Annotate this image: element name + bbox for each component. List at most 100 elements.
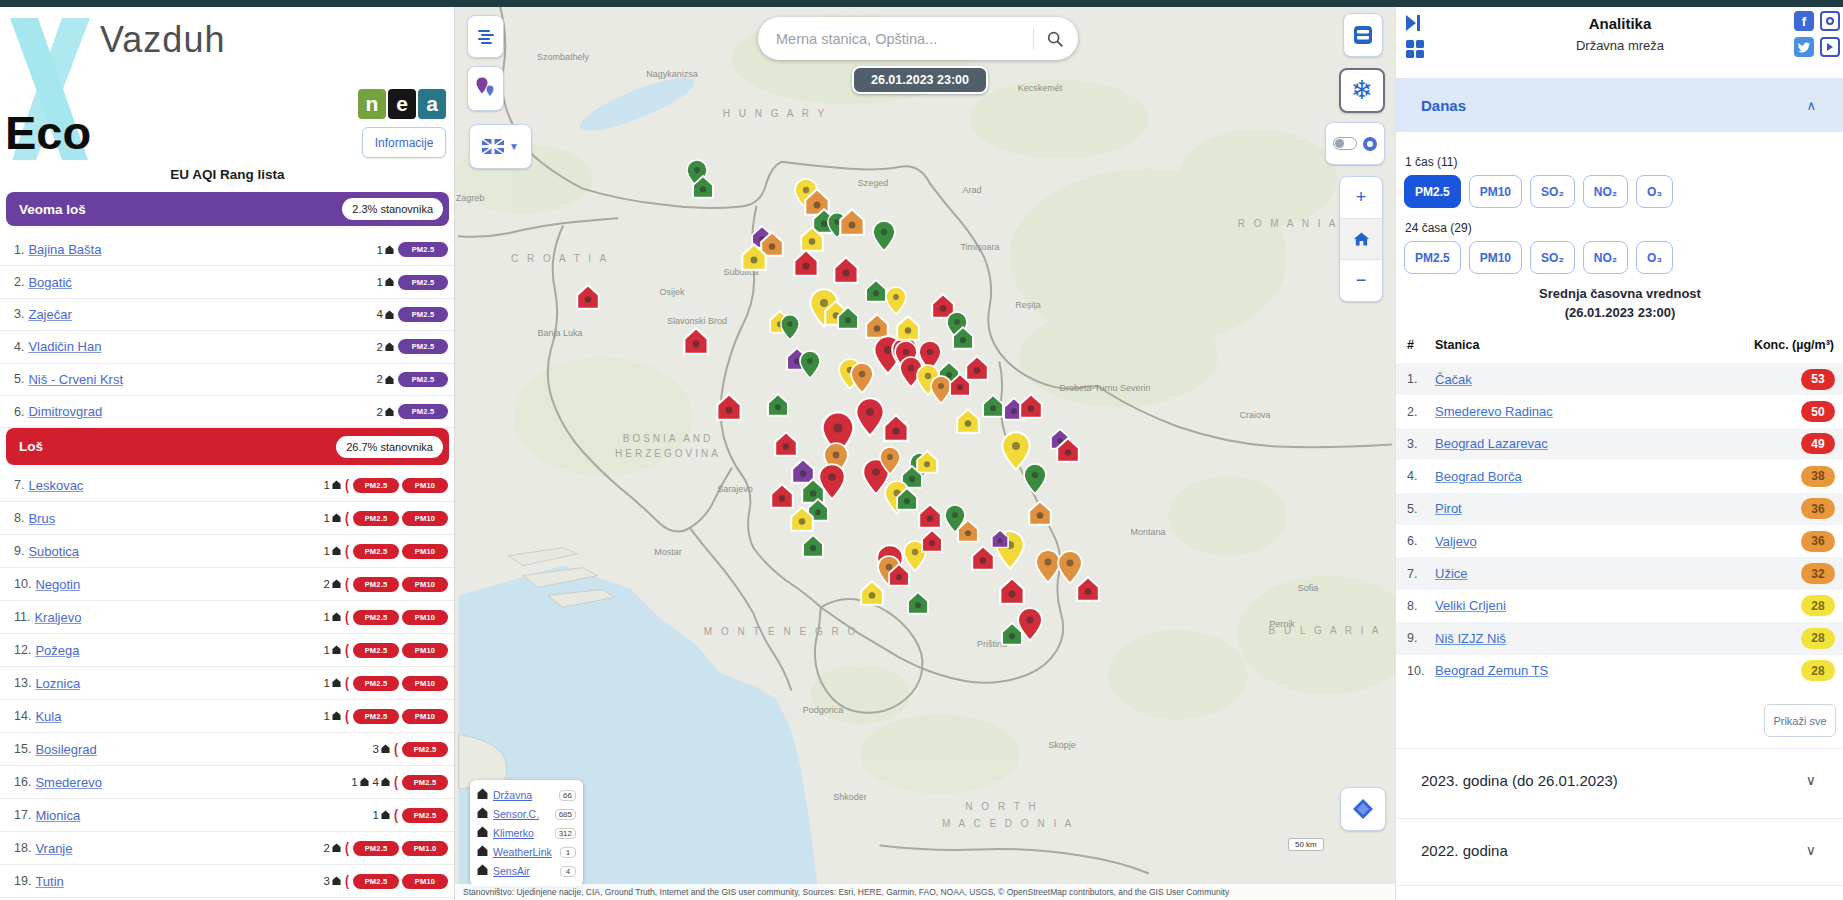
pollutant-filter-pm25[interactable]: PM2.5	[1404, 175, 1461, 208]
station-link[interactable]: Beograd Borča	[1435, 469, 1801, 484]
station-link[interactable]: Beograd Zemun TS	[1435, 663, 1801, 678]
station-link[interactable]: Beograd Lazarevac	[1435, 436, 1801, 451]
network-link[interactable]: WeatherLink	[493, 846, 560, 858]
station-marker[interactable]	[982, 394, 1004, 422]
pollutant-filter-no[interactable]: NO₂	[1583, 175, 1628, 208]
search-icon[interactable]	[1046, 30, 1064, 48]
station-row[interactable]: 9.Subotica1(PM2.5PM10	[0, 535, 455, 568]
station-link[interactable]: Veliki Crljeni	[1435, 598, 1801, 613]
station-link[interactable]: Niš - Crveni Krst	[28, 372, 123, 387]
station-row[interactable]: 3.Zaječar4PM2.5	[0, 299, 455, 331]
facebook-icon[interactable]: f	[1794, 11, 1814, 31]
station-link[interactable]: Kraljevo	[34, 610, 81, 625]
station-row[interactable]: 7.Leskovac1(PM2.5PM10	[0, 469, 455, 502]
station-marker[interactable]	[774, 431, 798, 461]
air-quality-map[interactable]: H U N G A R YR O M A N I AB U L G A R I …	[455, 7, 1395, 900]
station-link[interactable]: Bosilegrad	[35, 742, 96, 757]
station-link[interactable]: Čačak	[1435, 372, 1801, 387]
section-danas[interactable]: Danas ∧	[1396, 78, 1843, 132]
network-link[interactable]: SensAir	[493, 865, 560, 877]
pollutant-filter-pm25[interactable]: PM2.5	[1404, 241, 1461, 274]
category-bar-veoma-los[interactable]: Veoma loš 2.3% stanovnika	[6, 192, 449, 226]
station-row[interactable]: 16.Smederevo14(PM2.5	[0, 766, 455, 799]
station-row[interactable]: 4.Vladičin Han2PM2.5	[0, 331, 455, 363]
pollutant-filter-no[interactable]: NO₂	[1583, 241, 1628, 274]
station-row[interactable]: 6.Dimitrovgrad2PM2.5	[0, 396, 455, 428]
map-table-view-button[interactable]	[1343, 13, 1383, 57]
station-marker[interactable]	[999, 577, 1025, 609]
station-marker[interactable]	[860, 580, 884, 610]
station-marker[interactable]	[833, 256, 859, 288]
station-marker[interactable]	[1076, 576, 1100, 606]
station-marker[interactable]	[799, 350, 821, 383]
instagram-icon[interactable]	[1820, 11, 1840, 31]
station-row[interactable]: 18.Vranje2(PM2.5PM1.0	[0, 832, 455, 865]
station-marker[interactable]	[683, 327, 709, 359]
map-cluster-button[interactable]: ❄	[1339, 68, 1385, 113]
basemap-gallery-button[interactable]	[1340, 787, 1386, 831]
station-row[interactable]: 17.Mionica1(PM2.5	[0, 799, 455, 832]
station-marker[interactable]	[896, 487, 918, 515]
station-row[interactable]: 1.Bajina Bašta1PM2.5	[0, 234, 455, 266]
station-link[interactable]: Dimitrovgrad	[28, 404, 102, 419]
station-row[interactable]: 11.Kraljevo1(PM2.5PM10	[0, 601, 455, 634]
station-link[interactable]: Užice	[1435, 566, 1801, 581]
station-row[interactable]: 12.Požega1(PM2.5PM10	[0, 634, 455, 667]
station-link[interactable]: Bajina Bašta	[28, 242, 101, 257]
station-row[interactable]: 14.Kula1(PM2.5PM10	[0, 700, 455, 733]
station-link[interactable]: Leskovac	[28, 478, 83, 493]
station-marker[interactable]	[952, 326, 974, 354]
station-link[interactable]: Kula	[35, 709, 61, 724]
toggle-switch[interactable]	[1333, 137, 1357, 150]
station-link[interactable]: Tutin	[35, 874, 63, 889]
map-search[interactable]: Merna stanica, Opština...	[758, 17, 1078, 60]
station-link[interactable]: Niš IZJZ Niš	[1435, 631, 1801, 646]
station-link[interactable]: Zaječar	[28, 307, 71, 322]
station-link[interactable]: Valjevo	[1435, 534, 1801, 549]
station-link[interactable]: Požega	[35, 643, 79, 658]
station-row[interactable]: 19.Tutin3(PM2.5PM10	[0, 865, 455, 898]
station-marker[interactable]	[767, 393, 789, 421]
twitter-icon[interactable]	[1794, 37, 1814, 57]
station-marker[interactable]	[1019, 393, 1043, 423]
station-marker[interactable]	[1023, 463, 1047, 499]
map-markers-toggle-button[interactable]	[467, 66, 504, 111]
station-link[interactable]: Brus	[28, 511, 55, 526]
station-link[interactable]: Smederevo Radinac	[1435, 404, 1801, 419]
station-marker[interactable]	[1001, 622, 1023, 650]
youtube-icon[interactable]	[1820, 37, 1840, 57]
station-link[interactable]: Vladičin Han	[28, 339, 101, 354]
nea-logo[interactable]: n e a	[358, 89, 446, 119]
language-flag-dropdown[interactable]: ▼	[469, 124, 532, 169]
pollutant-filter-pm10[interactable]: PM10	[1469, 175, 1522, 208]
info-button[interactable]: Informacije	[362, 127, 446, 158]
marker-cluster-toggle[interactable]	[1325, 122, 1385, 165]
station-marker[interactable]	[971, 545, 995, 575]
pollutant-filter-so[interactable]: SO₂	[1530, 175, 1575, 208]
station-row[interactable]: 5.Niš - Crveni Krst2PM2.5	[0, 364, 455, 396]
station-marker[interactable]	[883, 414, 909, 446]
station-marker[interactable]	[957, 519, 979, 547]
station-marker[interactable]	[1028, 500, 1052, 530]
station-marker[interactable]	[888, 563, 910, 591]
station-row[interactable]: 8.Brus1(PM2.5PM10	[0, 502, 455, 535]
category-bar-los[interactable]: Loš 26.7% stanovnika	[6, 428, 449, 465]
station-marker[interactable]	[780, 314, 800, 345]
station-marker[interactable]	[879, 446, 901, 479]
station-marker[interactable]	[839, 208, 865, 240]
network-link[interactable]: Državna	[493, 789, 559, 801]
datetime-chip[interactable]: 26.01.2023 23:00	[852, 66, 988, 94]
station-marker[interactable]	[790, 506, 814, 536]
station-link[interactable]: Vranje	[35, 841, 72, 856]
station-link[interactable]: Loznica	[35, 676, 80, 691]
station-link[interactable]: Pirot	[1435, 501, 1801, 516]
station-marker[interactable]	[956, 408, 980, 438]
station-row[interactable]: 15.Bosilegrad3(PM2.5	[0, 733, 455, 766]
station-link[interactable]: Mionica	[35, 808, 80, 823]
station-link[interactable]: Subotica	[28, 544, 79, 559]
zoom-in-button[interactable]: +	[1340, 177, 1382, 218]
zoom-out-button[interactable]: −	[1340, 260, 1382, 301]
year-section-2022[interactable]: 2022. godina ∨	[1396, 819, 1843, 881]
station-marker[interactable]	[850, 362, 874, 398]
station-marker[interactable]	[872, 220, 896, 256]
